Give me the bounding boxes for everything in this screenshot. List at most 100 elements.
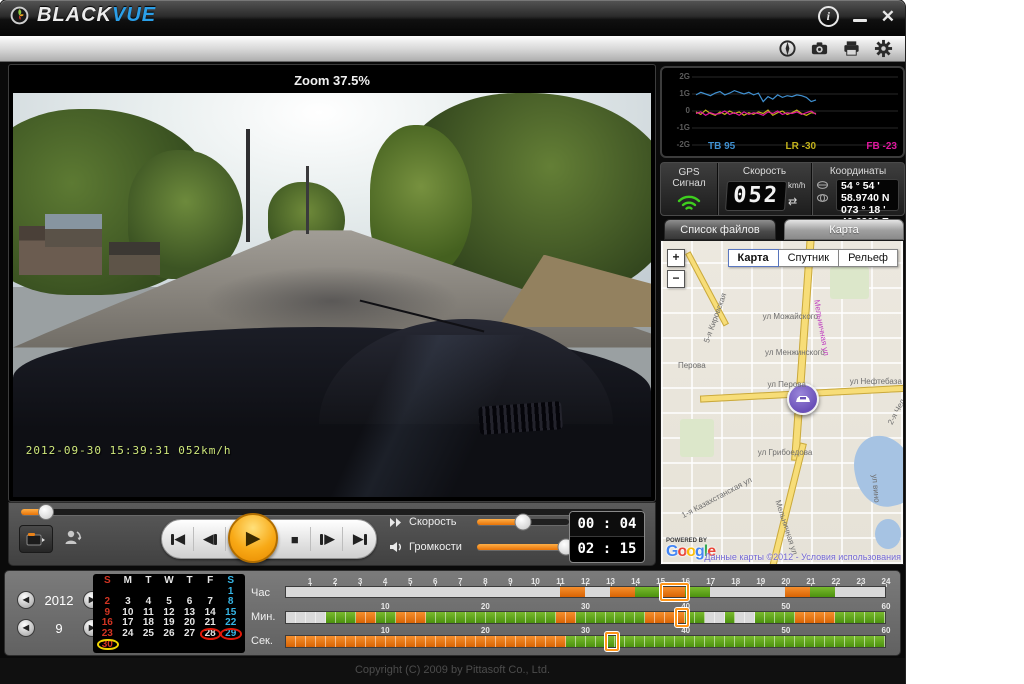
timeline-cell[interactable] [536,636,546,647]
timeline-cell[interactable] [875,612,885,623]
calendar-day[interactable]: 26 [159,629,180,640]
timeline-cell[interactable] [426,636,436,647]
timeline-cell[interactable] [576,636,586,647]
timeline-cell[interactable] [775,636,785,647]
timeline-cell[interactable] [476,636,486,647]
timeline-cell[interactable] [845,636,855,647]
calendar-day[interactable]: 28 [200,629,221,640]
timeline-cell[interactable] [695,612,705,623]
timeline-cell[interactable] [456,612,466,623]
calendar-day[interactable]: 25 [138,629,159,640]
unit-swap-icon[interactable]: ⇄ [788,195,797,208]
video-viewport[interactable]: 2012-09-30 15:39:31 052km/h [13,93,651,497]
step-forward-button[interactable]: ▶ [312,527,343,551]
timeline-cell[interactable] [506,636,516,647]
timeline-cell[interactable] [286,636,296,647]
timeline-cell[interactable] [845,612,855,623]
timeline-cell[interactable] [376,612,386,623]
timeline-cell[interactable] [795,636,805,647]
timeline-cell[interactable] [496,636,506,647]
timeline-cell[interactable] [615,612,625,623]
timeline-cell[interactable] [635,636,645,647]
driver-view-button[interactable] [57,525,89,551]
timeline-cell[interactable] [296,636,306,647]
timeline-cell[interactable] [645,636,655,647]
timeline-cell[interactable] [855,636,865,647]
timeline-cell[interactable] [865,612,875,623]
timeline-cell[interactable] [556,612,566,623]
timeline-cell[interactable] [536,612,546,623]
timeline-cell[interactable] [516,636,526,647]
timeline-cell[interactable] [560,587,585,597]
timeline-cell[interactable] [875,636,885,647]
timeline-cell[interactable] [326,612,336,623]
timeline-cell[interactable] [296,612,306,623]
timeline-cell[interactable] [785,612,795,623]
timeline-cell[interactable] [785,636,795,647]
timeline-cell[interactable] [436,636,446,647]
previous-file-button[interactable]: ◀ [163,527,194,551]
timeline-cell[interactable] [725,612,735,623]
timeline-cell[interactable] [735,587,760,597]
minute-bar[interactable] [285,611,886,624]
timeline-cell[interactable] [336,636,346,647]
timeline-cell[interactable] [436,587,461,597]
timeline-cell[interactable] [765,636,775,647]
timeline-cell[interactable] [825,612,835,623]
timeline-cell[interactable] [695,636,705,647]
capture-button[interactable] [19,525,53,553]
timeline-cell[interactable] [835,612,845,623]
stop-button[interactable]: ■ [280,527,311,551]
timeline-cell[interactable] [635,587,660,597]
timeline-cell[interactable] [860,587,885,597]
timeline-cell[interactable] [496,612,506,623]
timeline-cell[interactable] [785,587,810,597]
timeline-cell[interactable] [665,612,675,623]
year-prev-button[interactable]: ◀ [17,591,35,609]
timeline-cell[interactable] [396,612,406,623]
timeline-cell[interactable] [675,636,685,647]
timeline-cell[interactable] [735,612,745,623]
timeline-cell[interactable] [486,587,511,597]
timeline-cell[interactable] [745,612,755,623]
timeline-cell[interactable] [655,612,665,623]
map-attribution[interactable]: Данные карты ©2012 - Условия использован… [704,552,901,562]
timeline-cell[interactable] [446,612,456,623]
timeline-cell[interactable] [346,636,356,647]
close-button[interactable]: ✕ [881,8,895,25]
timeline-cell[interactable] [386,636,396,647]
timeline-cell[interactable] [610,587,635,597]
tab-file-list[interactable]: Список файлов [664,219,776,240]
timeline-cell[interactable] [316,636,326,647]
timeline-cell[interactable] [705,636,715,647]
timeline-cell[interactable] [466,612,476,623]
timeline-cell[interactable] [356,636,366,647]
timeline-cell[interactable] [546,612,556,623]
map-type-satellite-button[interactable]: Спутник [779,249,839,267]
timeline-cell[interactable] [665,636,675,647]
timeline-cell[interactable] [326,636,336,647]
timeline-cell[interactable] [606,612,616,623]
play-button[interactable]: ▶ [228,513,278,563]
timeline-cell[interactable] [585,587,610,597]
timeline-cell[interactable] [566,636,576,647]
timeline-cell[interactable] [516,612,526,623]
timeline-cell[interactable] [461,587,486,597]
timeline-cell[interactable] [835,587,860,597]
timeline-cell[interactable] [765,612,775,623]
print-button[interactable] [842,39,861,58]
timeline-cell[interactable] [526,612,536,623]
timeline-cell[interactable] [715,636,725,647]
timeline-cell[interactable] [286,587,311,597]
timeline-cell[interactable] [346,612,356,623]
minimize-button[interactable] [853,19,867,22]
timeline-cell[interactable] [556,636,566,647]
map-zoom-in-button[interactable]: + [667,249,685,267]
timeline-cell[interactable] [526,636,536,647]
timeline-cell[interactable] [805,636,815,647]
seek-thumb[interactable] [38,504,54,520]
timeline-cell[interactable] [586,636,596,647]
calendar-day[interactable]: 29 [220,629,241,640]
timeline-cell[interactable] [416,636,426,647]
month-prev-button[interactable]: ◀ [17,619,35,637]
